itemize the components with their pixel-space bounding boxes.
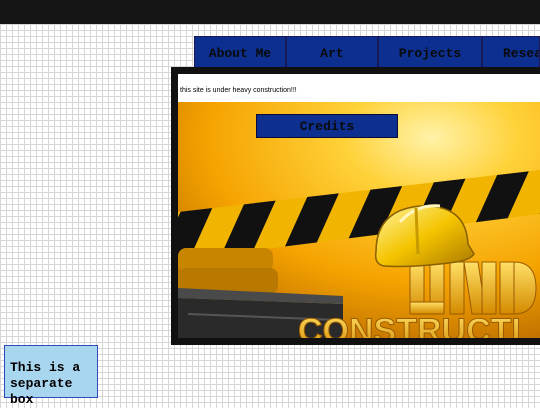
svg-text:CONSTRUCTI: CONSTRUCTI <box>298 312 521 338</box>
separate-box: This is a separate box <box>4 345 98 407</box>
credits-button[interactable]: Credits <box>256 114 398 138</box>
separate-box-line-3: box <box>10 392 34 407</box>
top-bar <box>0 0 540 24</box>
separate-box-line-2: separate <box>10 376 73 391</box>
separate-box-line-1: This is a <box>10 360 81 375</box>
construction-notice: this site is under heavy construction!!! <box>178 74 540 100</box>
construction-banner: this site is under heavy construction!!! <box>171 67 540 345</box>
nav-bar: About Me Art Projects Resea <box>194 36 540 70</box>
nav-about-me[interactable]: About Me <box>194 36 286 70</box>
nav-art[interactable]: Art <box>286 36 378 70</box>
nav-research[interactable]: Resea <box>482 36 540 70</box>
nav-projects[interactable]: Projects <box>378 36 482 70</box>
